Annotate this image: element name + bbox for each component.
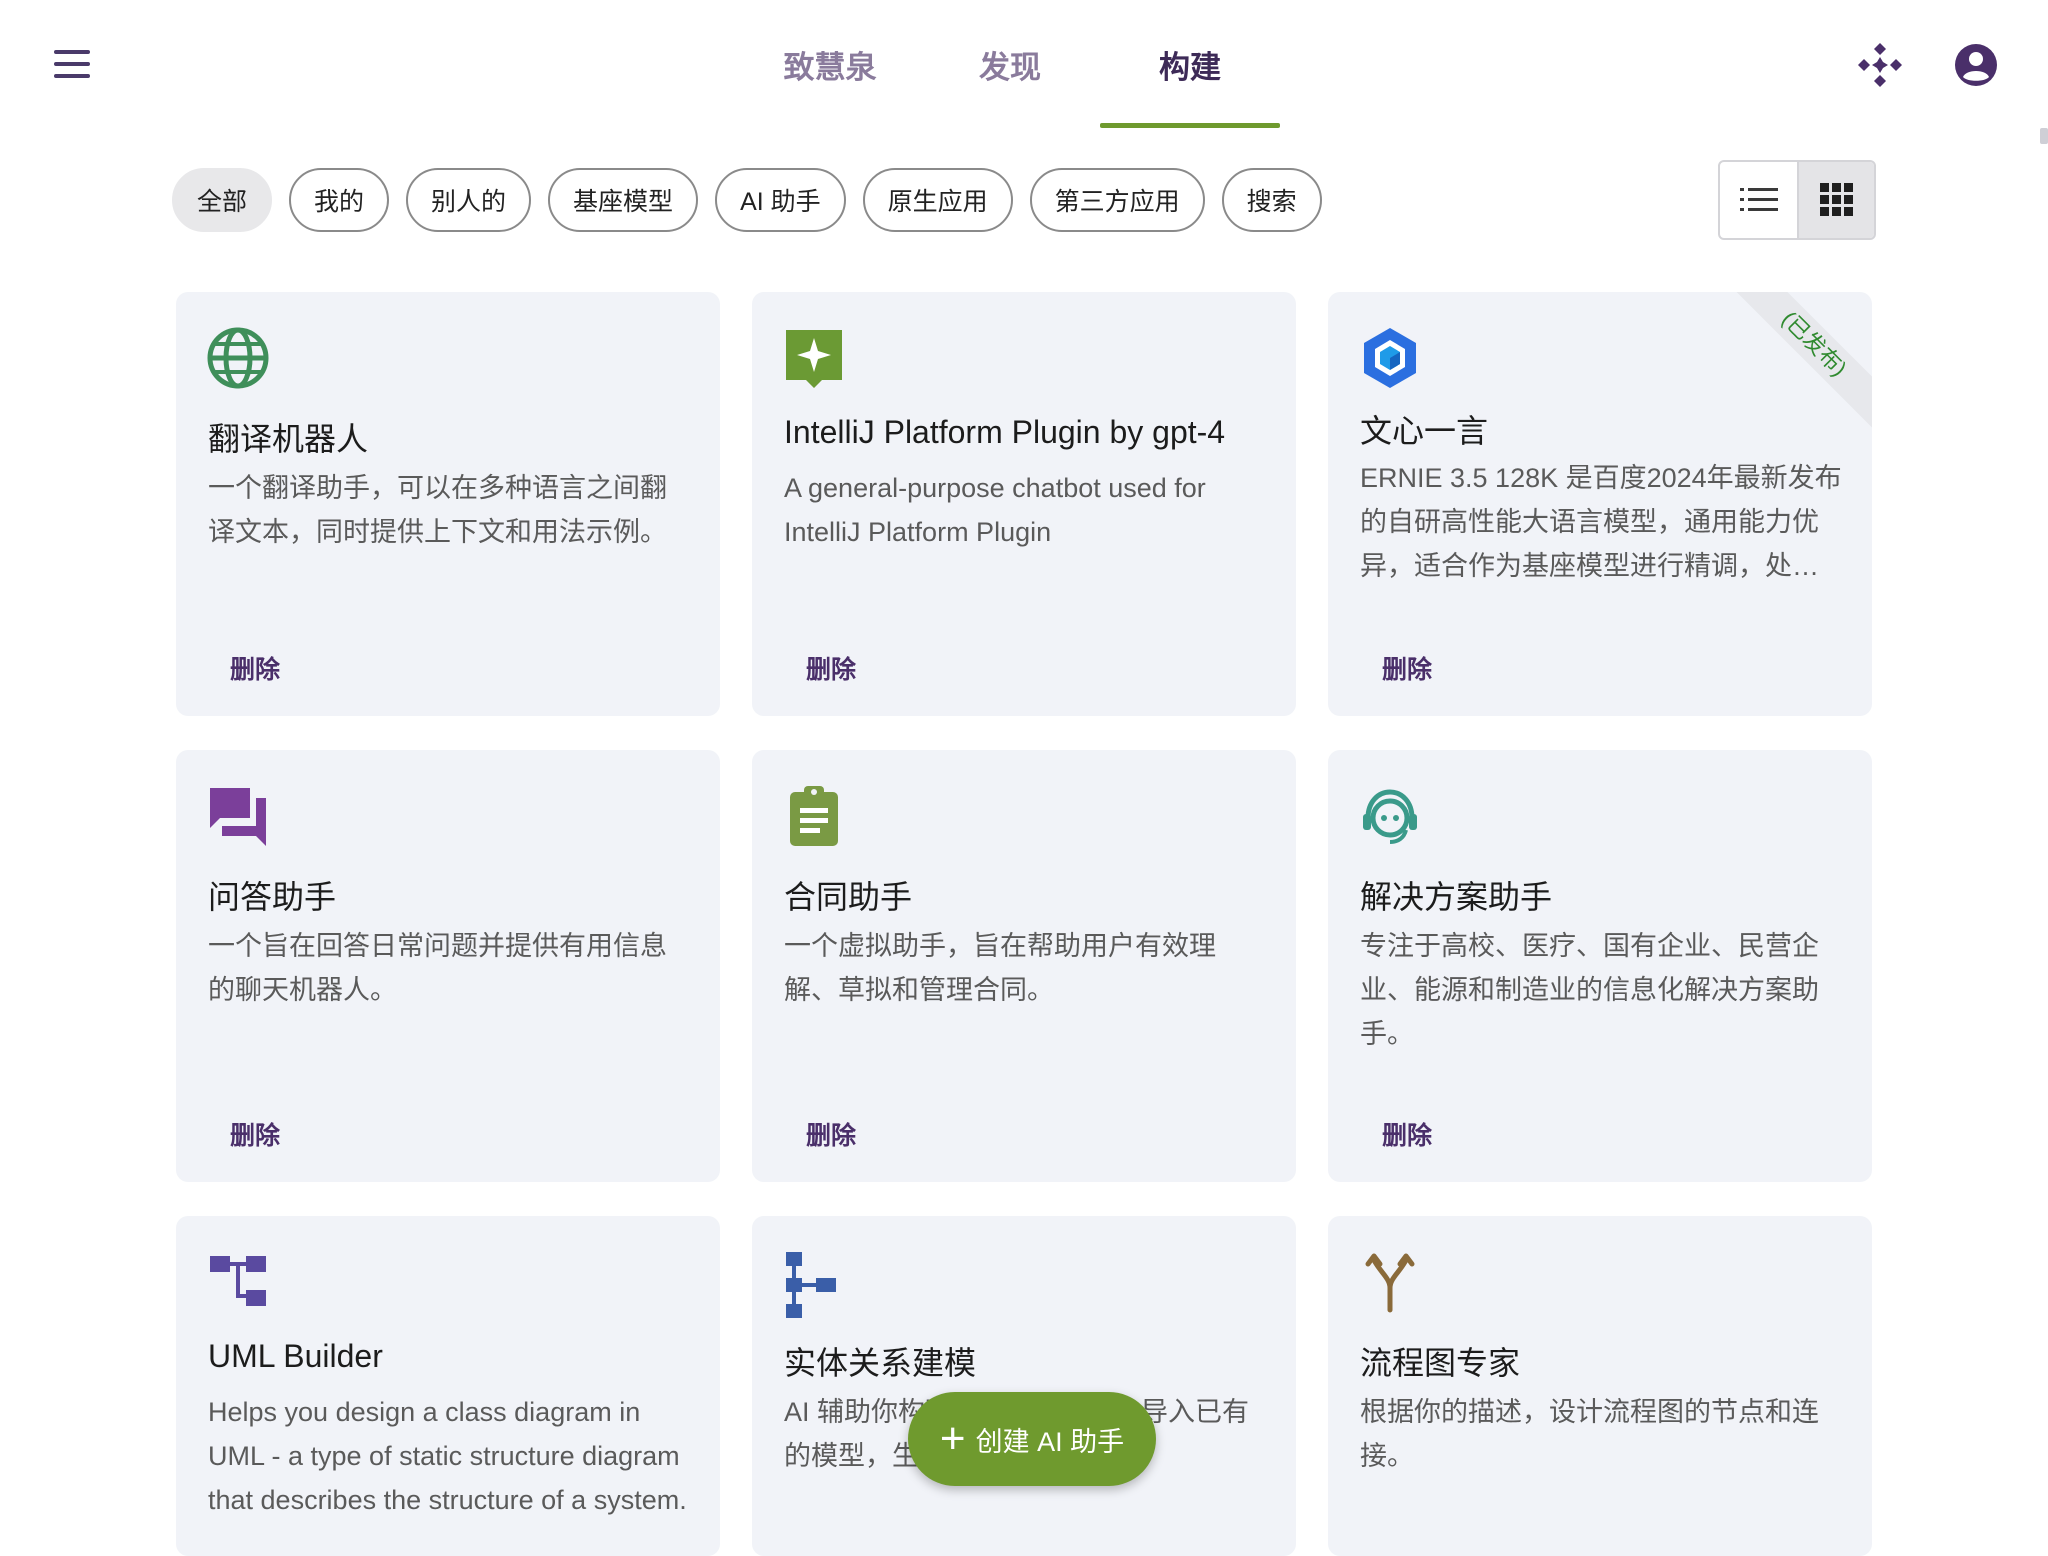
delete-button[interactable]: 删除: [806, 1116, 856, 1152]
card-description: 一个旨在回答日常问题并提供有用信息的聊天机器人。: [208, 931, 667, 1005]
schema-icon: [782, 1250, 846, 1318]
card-title: 实体关系建模: [784, 1345, 977, 1381]
card-title: 流程图专家: [1360, 1345, 1521, 1381]
filter-chips: 全部 我的 别人的 基座模型 AI 助手 原生应用 第三方应用 搜索: [172, 168, 1322, 232]
card-title: UML Builder: [208, 1338, 383, 1374]
menu-icon[interactable]: [46, 44, 98, 84]
scrollbar-thumb[interactable]: [2040, 128, 2048, 144]
plus-icon: +: [939, 1414, 966, 1463]
account-circle-icon[interactable]: [1951, 40, 2001, 90]
app-card-flowchart-expert[interactable]: 流程图专家 根据你的描述，设计流程图的节点和连接。: [1328, 1216, 1872, 1556]
grid-view-icon[interactable]: [1797, 162, 1874, 238]
delete-button[interactable]: 删除: [230, 1116, 280, 1152]
view-toggle: [1718, 160, 1876, 240]
chip-base-models[interactable]: 基座模型: [548, 168, 699, 232]
app-card-er-modeling[interactable]: 实体关系建模 AI 辅助你构建实体关系模型。导入已有的模型，生成 ER 图。: [752, 1216, 1296, 1556]
app-card-solution-assistant[interactable]: 解决方案助手 专注于高校、医疗、国有企业、民营企业、能源和制造业的信息化解决方案…: [1328, 750, 1872, 1182]
chip-others[interactable]: 别人的: [406, 168, 532, 232]
tab-discover[interactable]: 发现: [920, 0, 1100, 128]
globe-icon: [206, 326, 270, 390]
top-app-bar: 致慧泉 发现 构建: [0, 0, 2048, 128]
delete-button[interactable]: 删除: [1382, 1116, 1432, 1152]
app-card-uml-builder[interactable]: UML Builder Helps you design a class dia…: [176, 1216, 720, 1556]
app-card-translator[interactable]: 翻译机器人 一个翻译助手，可以在多种语言之间翻译文本，同时提供上下文和用法示例。…: [176, 292, 720, 716]
support-agent-icon: [1358, 784, 1422, 848]
card-title: 合同助手: [784, 879, 913, 915]
chip-third-party-apps[interactable]: 第三方应用: [1029, 168, 1205, 232]
account-tree-icon: [206, 1250, 270, 1314]
ernie-cube-icon: [1358, 326, 1422, 390]
card-title: 文心一言: [1360, 413, 1489, 449]
create-ai-assistant-button[interactable]: + 创建 AI 助手: [908, 1392, 1156, 1486]
delete-button[interactable]: 删除: [230, 650, 280, 686]
main-tabs: 致慧泉 发现 构建: [740, 0, 1280, 128]
published-badge: (已发布): [1723, 292, 1872, 435]
card-description: 一个虚拟助手，旨在帮助用户有效理解、草拟和管理合同。: [784, 931, 1216, 1005]
ai-sparkle-icon[interactable]: [1855, 40, 1905, 90]
tab-build[interactable]: 构建: [1100, 0, 1280, 128]
card-description: A general-purpose chatbot used for Intel…: [784, 473, 1206, 547]
tab-zhihuiquan[interactable]: 致慧泉: [740, 0, 920, 128]
fork-arrows-icon: [1358, 1250, 1422, 1314]
chip-ai-assistants[interactable]: AI 助手: [715, 168, 846, 232]
chip-native-apps[interactable]: 原生应用: [862, 168, 1013, 232]
app-card-ernie[interactable]: (已发布) 文心一言 ERNIE 3.5 128K 是百度2024年最新发布的自…: [1328, 292, 1872, 716]
chip-all[interactable]: 全部: [172, 168, 273, 232]
app-card-intellij-plugin[interactable]: IntelliJ Platform Plugin by gpt-4 A gene…: [752, 292, 1296, 716]
card-title: 翻译机器人: [208, 421, 369, 457]
card-title: 解决方案助手: [1360, 879, 1553, 915]
app-card-contract-assistant[interactable]: 合同助手 一个虚拟助手，旨在帮助用户有效理解、草拟和管理合同。 删除: [752, 750, 1296, 1182]
create-ai-assistant-label: 创建 AI 助手: [975, 1426, 1125, 1457]
chip-search[interactable]: 搜索: [1221, 168, 1322, 232]
card-description: Helps you design a class diagram in UML …: [208, 1397, 687, 1515]
card-title: IntelliJ Platform Plugin by gpt-4: [784, 414, 1226, 450]
clipboard-icon: [782, 784, 846, 848]
card-title: 问答助手: [208, 879, 337, 915]
card-description: 一个翻译助手，可以在多种语言之间翻译文本，同时提供上下文和用法示例。: [208, 473, 667, 547]
forum-icon: [206, 784, 270, 848]
app-card-qa-assistant[interactable]: 问答助手 一个旨在回答日常问题并提供有用信息的聊天机器人。 删除: [176, 750, 720, 1182]
card-description: 根据你的描述，设计流程图的节点和连接。: [1360, 1397, 1819, 1471]
list-view-icon[interactable]: [1720, 162, 1797, 238]
chip-mine[interactable]: 我的: [289, 168, 390, 232]
card-description: 专注于高校、医疗、国有企业、民营企业、能源和制造业的信息化解决方案助手。: [1360, 931, 1819, 1049]
delete-button[interactable]: 删除: [1382, 650, 1432, 686]
delete-button[interactable]: 删除: [806, 650, 856, 686]
sparkle-chat-icon: [782, 326, 846, 390]
card-description: ERNIE 3.5 128K 是百度2024年最新发布的自研高性能大语言模型，通…: [1360, 463, 1842, 581]
